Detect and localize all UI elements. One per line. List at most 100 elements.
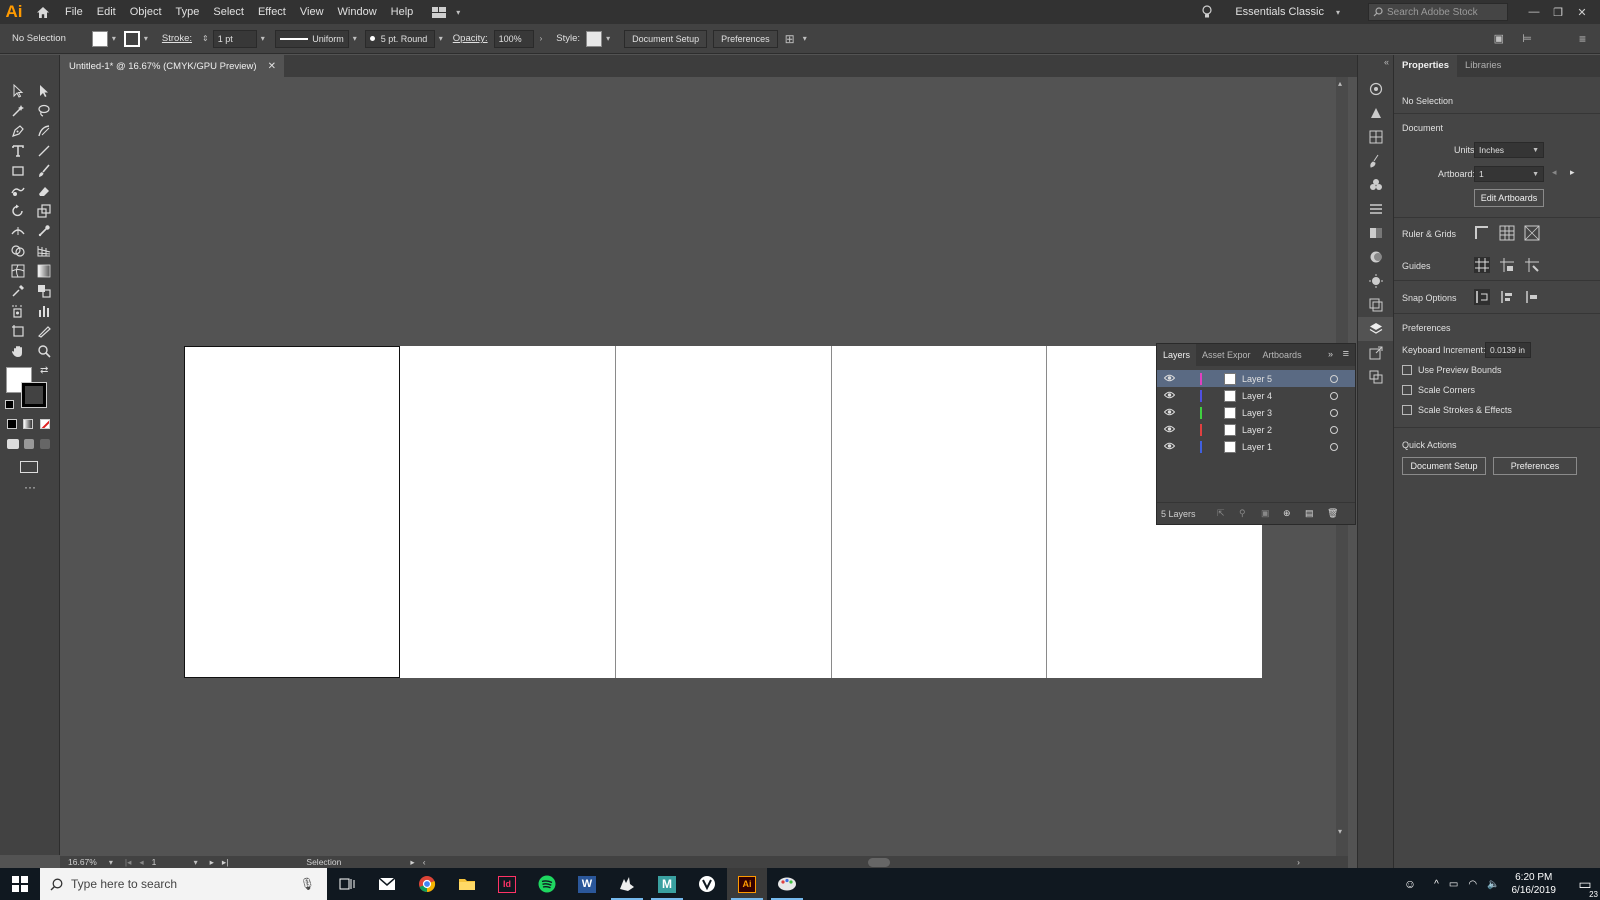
document-tab[interactable]: Untitled-1* @ 16.67% (CMYK/GPU Preview) … bbox=[60, 55, 284, 77]
new-sublayer-icon[interactable]: ⊕ bbox=[1283, 508, 1291, 519]
target-circle-icon[interactable] bbox=[1330, 442, 1338, 451]
windows-start-icon[interactable] bbox=[0, 868, 40, 900]
fill-swatch[interactable] bbox=[91, 30, 108, 47]
arrange-documents-button[interactable]: ▾ bbox=[432, 6, 464, 18]
eyedropper-tool-icon[interactable] bbox=[6, 281, 30, 301]
next-artboard-icon[interactable]: ▸ bbox=[1570, 167, 1575, 178]
volume-icon[interactable]: 🔈 bbox=[1487, 879, 1499, 890]
appearance-icon[interactable] bbox=[1358, 269, 1394, 293]
transparency-icon[interactable] bbox=[1358, 245, 1394, 269]
microphone-icon[interactable]: 🎙 bbox=[300, 877, 315, 891]
chevron-down-icon[interactable]: ▾ bbox=[349, 34, 361, 43]
gradient-panel-icon[interactable] bbox=[1358, 221, 1394, 245]
artboard-2[interactable] bbox=[400, 346, 616, 678]
rulers-icon[interactable] bbox=[1474, 225, 1490, 241]
symbol-sprayer-tool-icon[interactable] bbox=[6, 301, 30, 321]
next-artboard-icon[interactable]: ▸ bbox=[210, 857, 214, 868]
swatches-icon[interactable] bbox=[1358, 125, 1394, 149]
slice-tool-icon[interactable] bbox=[32, 321, 56, 341]
layer-row[interactable]: Layer 1 bbox=[1157, 438, 1355, 455]
artboard-4[interactable] bbox=[832, 346, 1048, 678]
m-app-icon[interactable]: M bbox=[647, 868, 687, 900]
menu-select[interactable]: Select bbox=[206, 0, 251, 24]
layer-row[interactable]: Layer 3 bbox=[1157, 404, 1355, 421]
status-menu-icon[interactable]: ▸ bbox=[410, 857, 414, 868]
gradient-tool-icon[interactable] bbox=[32, 261, 56, 281]
collect-export-icon[interactable]: ⇱ bbox=[1217, 508, 1225, 519]
magic-wand-tool-icon[interactable] bbox=[6, 101, 30, 121]
last-artboard-icon[interactable]: ▸| bbox=[222, 857, 228, 868]
menu-help[interactable]: Help bbox=[384, 0, 421, 24]
close-icon[interactable]: ✕ bbox=[268, 61, 276, 72]
layers-icon[interactable] bbox=[1358, 317, 1394, 341]
paint-icon[interactable] bbox=[767, 868, 807, 900]
chrome-icon[interactable] bbox=[407, 868, 447, 900]
artboard-number[interactable]: 1 bbox=[152, 857, 182, 867]
quick-document-setup-button[interactable]: Document Setup bbox=[1402, 457, 1486, 475]
layer-name[interactable]: Layer 4 bbox=[1242, 391, 1322, 401]
hscroll-left-icon[interactable]: ‹ bbox=[423, 857, 426, 867]
collapse-panel-icon[interactable]: » bbox=[1328, 349, 1333, 359]
hscroll-right-icon[interactable]: › bbox=[1297, 857, 1300, 867]
width-tool-icon[interactable] bbox=[6, 221, 30, 241]
menu-object[interactable]: Object bbox=[123, 0, 169, 24]
perspective-grid-tool-icon[interactable] bbox=[32, 241, 56, 261]
first-artboard-icon[interactable]: |◂ bbox=[125, 857, 131, 868]
taskbar-search[interactable]: Type here to search 🎙 bbox=[40, 868, 327, 900]
adobe-stock-search[interactable]: Search Adobe Stock bbox=[1368, 3, 1508, 21]
new-layer-icon[interactable]: ▤ bbox=[1305, 508, 1314, 519]
rectangle-tool-icon[interactable] bbox=[6, 161, 30, 181]
scale-tool-icon[interactable] bbox=[32, 201, 56, 221]
gradient-mode-icon[interactable] bbox=[23, 419, 33, 429]
task-view-icon[interactable] bbox=[327, 868, 367, 900]
wifi-icon[interactable]: ◠ bbox=[1468, 879, 1477, 890]
illustrator-taskbar-icon[interactable]: Ai bbox=[727, 868, 767, 900]
menu-effect[interactable]: Effect bbox=[251, 0, 293, 24]
symbols-icon[interactable] bbox=[1358, 173, 1394, 197]
chevron-right-icon[interactable]: › bbox=[536, 34, 547, 43]
horizontal-scroll-thumb[interactable] bbox=[868, 857, 890, 867]
clock[interactable]: 6:20 PM 6/16/2019 bbox=[1512, 871, 1557, 897]
graphic-styles-icon[interactable] bbox=[1358, 293, 1394, 317]
panel-menu-icon[interactable]: ≡ bbox=[1575, 32, 1590, 46]
type-tool-icon[interactable] bbox=[6, 141, 30, 161]
direct-selection-tool-icon[interactable] bbox=[32, 81, 56, 101]
snap-to-point-icon[interactable] bbox=[1474, 289, 1490, 305]
indesign-icon[interactable]: Id bbox=[487, 868, 527, 900]
layer-name[interactable]: Layer 2 bbox=[1242, 425, 1322, 435]
preferences-button[interactable]: Preferences bbox=[713, 29, 778, 48]
none-mode-icon[interactable] bbox=[40, 419, 50, 429]
restore-button[interactable]: ❐ bbox=[1546, 6, 1570, 19]
people-icon[interactable]: ☺ bbox=[1404, 877, 1416, 891]
column-graph-tool-icon[interactable] bbox=[32, 301, 56, 321]
layer-row[interactable]: Layer 5 bbox=[1157, 370, 1355, 387]
stroke-panel-icon[interactable] bbox=[1358, 197, 1394, 221]
stroke-profile-select[interactable]: Uniform bbox=[274, 29, 349, 48]
mesh-tool-icon[interactable] bbox=[6, 261, 30, 281]
artboard-select[interactable]: 1 ▼ bbox=[1474, 166, 1544, 182]
battery-icon[interactable]: ▭ bbox=[1449, 879, 1458, 890]
workspace-switcher[interactable]: Essentials Classic ▾ bbox=[1235, 6, 1344, 18]
tab-libraries[interactable]: Libraries bbox=[1457, 55, 1509, 77]
tab-asset-export[interactable]: Asset Expor bbox=[1196, 344, 1257, 366]
home-icon[interactable] bbox=[28, 0, 58, 24]
curvature-tool-icon[interactable] bbox=[32, 121, 56, 141]
stepper-icon[interactable]: ⇕ bbox=[198, 34, 213, 43]
scroll-up-icon[interactable]: ▴ bbox=[1338, 79, 1342, 88]
line-segment-tool-icon[interactable] bbox=[32, 141, 56, 161]
shape-builder-tool-icon[interactable] bbox=[6, 241, 30, 261]
lock-guides-icon[interactable] bbox=[1499, 257, 1515, 273]
minimize-button[interactable]: — bbox=[1522, 6, 1546, 18]
locate-object-icon[interactable]: ⚲ bbox=[1239, 508, 1246, 519]
menu-file[interactable]: File bbox=[58, 0, 90, 24]
lightbulb-icon[interactable] bbox=[1197, 5, 1217, 19]
swap-fill-stroke-icon[interactable]: ⇄ bbox=[40, 365, 48, 376]
visibility-eye-icon[interactable] bbox=[1163, 374, 1176, 384]
word-icon[interactable]: W bbox=[567, 868, 607, 900]
more-tools-icon[interactable]: ··· bbox=[24, 480, 36, 494]
scroll-down-icon[interactable]: ▾ bbox=[1338, 827, 1342, 836]
visibility-eye-icon[interactable] bbox=[1163, 442, 1176, 452]
use-preview-bounds-checkbox[interactable]: Use Preview Bounds bbox=[1402, 365, 1502, 375]
draw-behind-icon[interactable] bbox=[24, 439, 34, 449]
brush-select[interactable]: 5 pt. Round bbox=[364, 29, 435, 48]
